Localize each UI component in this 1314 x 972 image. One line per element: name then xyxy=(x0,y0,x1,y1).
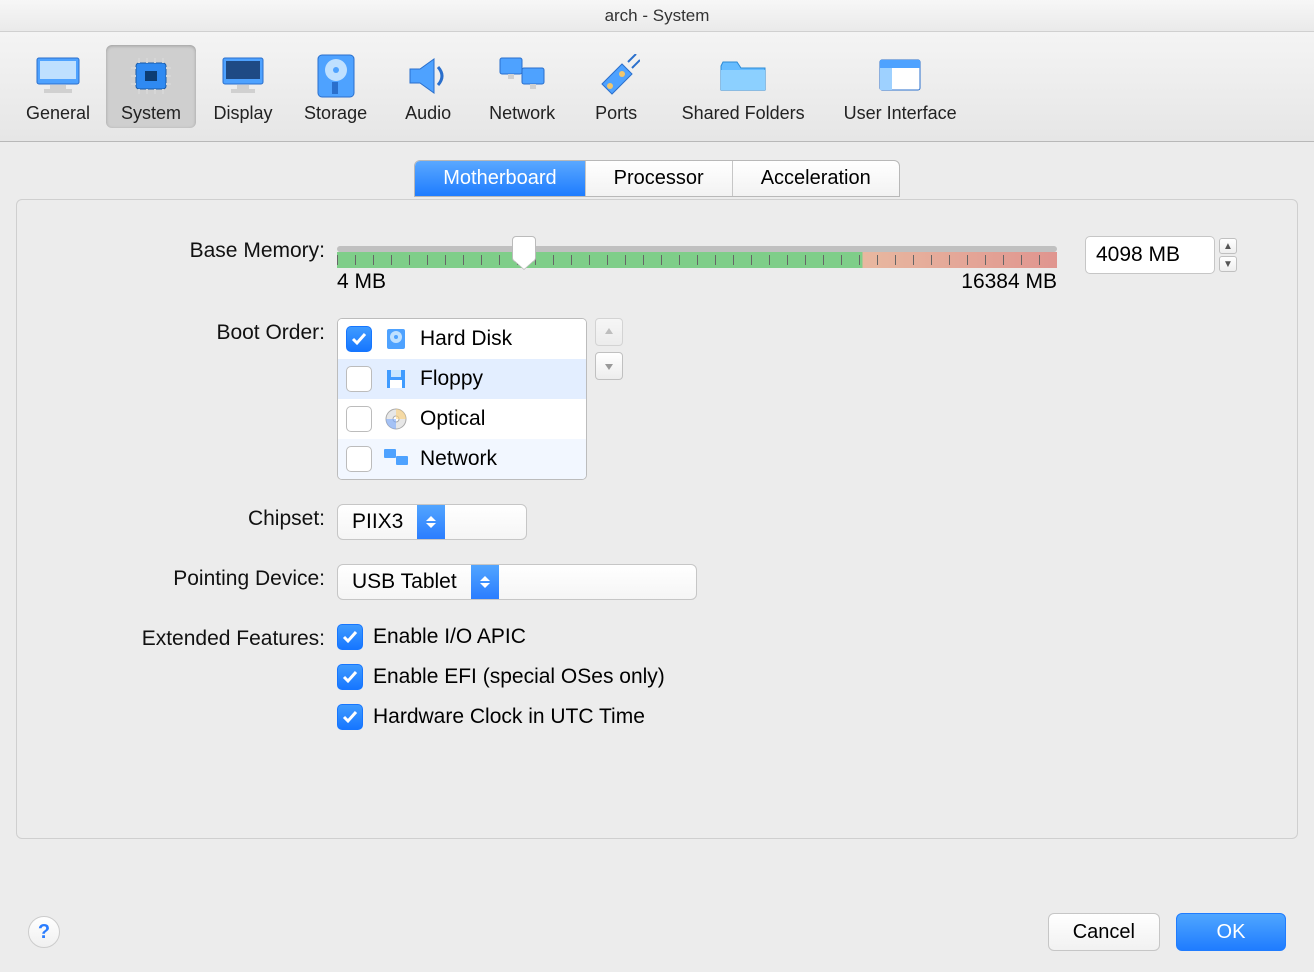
boot-item-floppy[interactable]: Floppy xyxy=(338,359,586,399)
boot-item-label: Network xyxy=(420,447,497,471)
ports-icon xyxy=(589,51,643,101)
cancel-button[interactable]: Cancel xyxy=(1048,913,1160,951)
network-small-icon xyxy=(382,445,410,473)
boot-item-network[interactable]: Network xyxy=(338,439,586,479)
slider-thumb[interactable] xyxy=(512,236,536,262)
boot-item-label: Floppy xyxy=(420,367,483,391)
toolbar-shared-folders[interactable]: Shared Folders xyxy=(663,45,823,128)
checkbox[interactable] xyxy=(337,624,363,650)
checkbox[interactable] xyxy=(346,406,372,432)
chipset-value: PIIX3 xyxy=(338,505,417,539)
optical-icon xyxy=(382,405,410,433)
harddisk-icon xyxy=(309,51,363,101)
monitor-icon xyxy=(31,51,85,101)
tab-motherboard[interactable]: Motherboard xyxy=(415,161,585,196)
toolbar-label: User Interface xyxy=(844,103,957,124)
toolbar-storage[interactable]: Storage xyxy=(290,45,381,128)
chip-icon xyxy=(124,51,178,101)
base-memory-row: Base Memory: 4 MB 16384 MB 4098 MB ▲ ▼ xyxy=(57,236,1257,294)
enable-io-apic-checkbox[interactable]: Enable I/O APIC xyxy=(337,624,526,650)
pointing-device-label: Pointing Device: xyxy=(57,564,337,591)
speaker-icon xyxy=(401,51,455,101)
boot-order-list[interactable]: Hard Disk Floppy Optical xyxy=(337,318,587,480)
folder-icon xyxy=(716,51,770,101)
chipset-select[interactable]: PIIX3 xyxy=(337,504,527,540)
toolbar-network[interactable]: Network xyxy=(475,45,569,128)
checkbox[interactable] xyxy=(346,366,372,392)
move-up-button[interactable] xyxy=(595,318,623,346)
settings-panel: Base Memory: 4 MB 16384 MB 4098 MB ▲ ▼ xyxy=(16,199,1298,839)
checkbox[interactable] xyxy=(337,664,363,690)
settings-toolbar: General System Display Storage Audio Net… xyxy=(0,32,1314,142)
harddisk-small-icon xyxy=(382,325,410,353)
network-icon xyxy=(495,51,549,101)
checkbox[interactable] xyxy=(337,704,363,730)
tab-processor[interactable]: Processor xyxy=(586,161,733,196)
floppy-icon xyxy=(382,365,410,393)
checkbox-label: Enable EFI (special OSes only) xyxy=(373,665,665,689)
chevron-updown-icon xyxy=(417,505,445,539)
toolbar-label: Shared Folders xyxy=(682,103,805,124)
toolbar-user-interface[interactable]: User Interface xyxy=(825,45,975,128)
pointing-device-select[interactable]: USB Tablet xyxy=(337,564,697,600)
toolbar-label: Network xyxy=(489,103,555,124)
boot-order-row: Boot Order: Hard Disk Floppy xyxy=(57,318,1257,480)
toolbar-audio[interactable]: Audio xyxy=(383,45,473,128)
window-titlebar: arch - System xyxy=(0,0,1314,32)
chipset-row: Chipset: PIIX3 xyxy=(57,504,1257,540)
stepper-down-icon[interactable]: ▼ xyxy=(1219,256,1237,272)
checkbox-label: Hardware Clock in UTC Time xyxy=(373,705,645,729)
tab-acceleration[interactable]: Acceleration xyxy=(733,161,899,196)
tab-bar: Motherboard Processor Acceleration xyxy=(414,160,900,197)
boot-item-label: Hard Disk xyxy=(420,327,512,351)
toolbar-label: Audio xyxy=(405,103,451,124)
checkbox-label: Enable I/O APIC xyxy=(373,625,526,649)
ok-button[interactable]: OK xyxy=(1176,913,1286,951)
toolbar-label: General xyxy=(26,103,90,124)
memory-stepper[interactable]: ▲ ▼ xyxy=(1219,238,1237,272)
toolbar-general[interactable]: General xyxy=(12,45,104,128)
checkbox[interactable] xyxy=(346,326,372,352)
toolbar-label: Ports xyxy=(595,103,637,124)
toolbar-display[interactable]: Display xyxy=(198,45,288,128)
extended-features-label: Extended Features: xyxy=(57,624,337,651)
chipset-label: Chipset: xyxy=(57,504,337,531)
display-icon xyxy=(216,51,270,101)
enable-efi-checkbox[interactable]: Enable EFI (special OSes only) xyxy=(337,664,665,690)
chevron-updown-icon xyxy=(471,565,499,599)
checkbox[interactable] xyxy=(346,446,372,472)
content-area: Motherboard Processor Acceleration Base … xyxy=(0,142,1314,839)
toolbar-label: System xyxy=(121,103,181,124)
hardware-clock-utc-checkbox[interactable]: Hardware Clock in UTC Time xyxy=(337,704,645,730)
base-memory-label: Base Memory: xyxy=(57,236,337,263)
extended-features-row: Extended Features: Enable I/O APIC Enabl… xyxy=(57,624,1257,744)
toolbar-label: Storage xyxy=(304,103,367,124)
ui-icon xyxy=(873,51,927,101)
base-memory-slider[interactable]: 4 MB 16384 MB xyxy=(337,236,1057,294)
stepper-up-icon[interactable]: ▲ xyxy=(1219,238,1237,254)
window-title: arch - System xyxy=(605,6,710,25)
help-button[interactable]: ? xyxy=(28,916,60,948)
dialog-footer: ? Cancel OK xyxy=(0,892,1314,972)
boot-item-optical[interactable]: Optical xyxy=(338,399,586,439)
toolbar-ports[interactable]: Ports xyxy=(571,45,661,128)
pointing-device-value: USB Tablet xyxy=(338,565,471,599)
base-memory-input[interactable]: 4098 MB xyxy=(1085,236,1215,274)
pointing-device-row: Pointing Device: USB Tablet xyxy=(57,564,1257,600)
toolbar-system[interactable]: System xyxy=(106,45,196,128)
boot-item-harddisk[interactable]: Hard Disk xyxy=(338,319,586,359)
move-down-button[interactable] xyxy=(595,352,623,380)
boot-order-label: Boot Order: xyxy=(57,318,337,345)
toolbar-label: Display xyxy=(214,103,273,124)
slider-min-label: 4 MB xyxy=(337,270,386,294)
boot-item-label: Optical xyxy=(420,407,485,431)
slider-max-label: 16384 MB xyxy=(961,270,1057,294)
